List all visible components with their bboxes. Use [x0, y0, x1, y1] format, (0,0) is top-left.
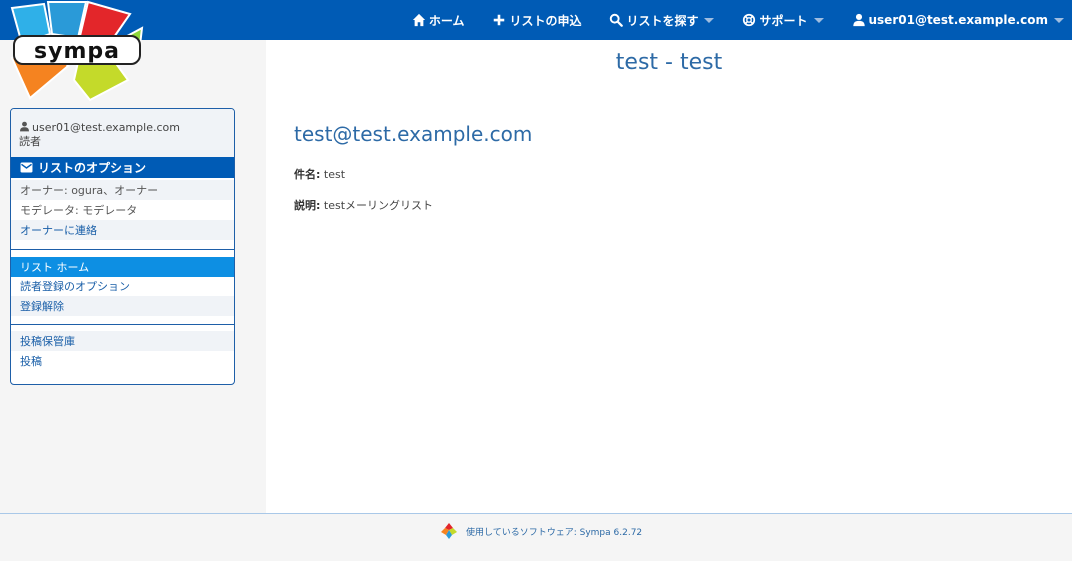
top-nav-menu: ホーム リストの申込 リストを探す サポート user01@test.examp… [398, 0, 1072, 40]
nav-user-menu[interactable]: user01@test.example.com [838, 0, 1072, 40]
list-options-header: リストのオプション [11, 157, 234, 178]
sidebar: user01@test.example.com 読者 リストのオプション オーナ… [10, 108, 235, 385]
user-icon [20, 121, 29, 132]
nav-support[interactable]: サポート [728, 0, 837, 40]
list-address-heading: test@test.example.com [294, 122, 533, 146]
sympa-logo-text: sympa [34, 39, 120, 64]
sidebar-user-email: user01@test.example.com [32, 121, 180, 134]
user-icon [852, 13, 865, 27]
sidebar-divider [11, 324, 234, 325]
sympa-logo-graphic: sympa [10, 0, 144, 102]
chevron-down-icon [704, 17, 715, 23]
nav-user-label: user01@test.example.com [868, 13, 1049, 27]
envelope-icon [20, 162, 33, 173]
description-value: testメーリングリスト [323, 199, 434, 212]
lifebuoy-icon [743, 13, 756, 27]
sidebar-contact-owner[interactable]: オーナーに連絡 [11, 220, 234, 240]
subject-value: test [323, 168, 346, 181]
sidebar-item-post[interactable]: 投稿 [11, 351, 234, 371]
nav-request-list[interactable]: リストの申込 [478, 0, 595, 40]
chevron-down-icon [1054, 17, 1064, 23]
list-description: 説明: testメーリングリスト [294, 197, 433, 213]
nav-home-label: ホーム [428, 13, 465, 28]
sidebar-item-list-home[interactable]: リスト ホーム [11, 257, 234, 277]
subject-label: 件名: [294, 168, 321, 181]
sidebar-user-info: user01@test.example.com 読者 [11, 109, 234, 157]
sidebar-item-archives[interactable]: 投稿保管庫 [11, 331, 234, 351]
list-subject: 件名: test [294, 166, 345, 182]
nav-support-label: サポート [759, 13, 808, 28]
home-icon [412, 13, 425, 27]
sidebar-user-role: 読者 [19, 135, 41, 148]
sympa-logo[interactable]: sympa [8, 0, 146, 104]
list-options-title: リストのオプション [38, 161, 147, 175]
footer: 使用しているソフトウェア: Sympa 6.2.72 [0, 513, 1072, 561]
sidebar-divider [11, 249, 234, 250]
nav-search-lists[interactable]: リストを探す [595, 0, 728, 40]
chevron-down-icon [813, 17, 824, 23]
footer-software-link[interactable]: 使用しているソフトウェア: Sympa 6.2.72 [466, 525, 642, 538]
nav-home[interactable]: ホーム [398, 0, 479, 40]
sidebar-item-subscriber-options[interactable]: 読者登録のオプション [11, 276, 234, 296]
main-content: test - test test@test.example.com 件名: te… [266, 40, 1072, 513]
page-title: test - test [615, 50, 723, 75]
nav-search-lists-label: リストを探す [626, 13, 699, 28]
search-icon [610, 13, 624, 27]
top-navbar: ホーム リストの申込 リストを探す サポート user01@test.examp… [0, 0, 1072, 40]
sympa-small-logo-icon [441, 523, 457, 539]
description-label: 説明: [294, 199, 321, 212]
sidebar-owner: オーナー: ogura、オーナー [11, 180, 234, 200]
sidebar-item-unsubscribe[interactable]: 登録解除 [11, 296, 234, 316]
sidebar-moderator: モデレータ: モデレータ [20, 204, 138, 217]
plus-icon [494, 14, 505, 26]
footer-credit: 使用しているソフトウェア: Sympa 6.2.72 [440, 522, 642, 540]
nav-request-list-label: リストの申込 [509, 13, 582, 28]
